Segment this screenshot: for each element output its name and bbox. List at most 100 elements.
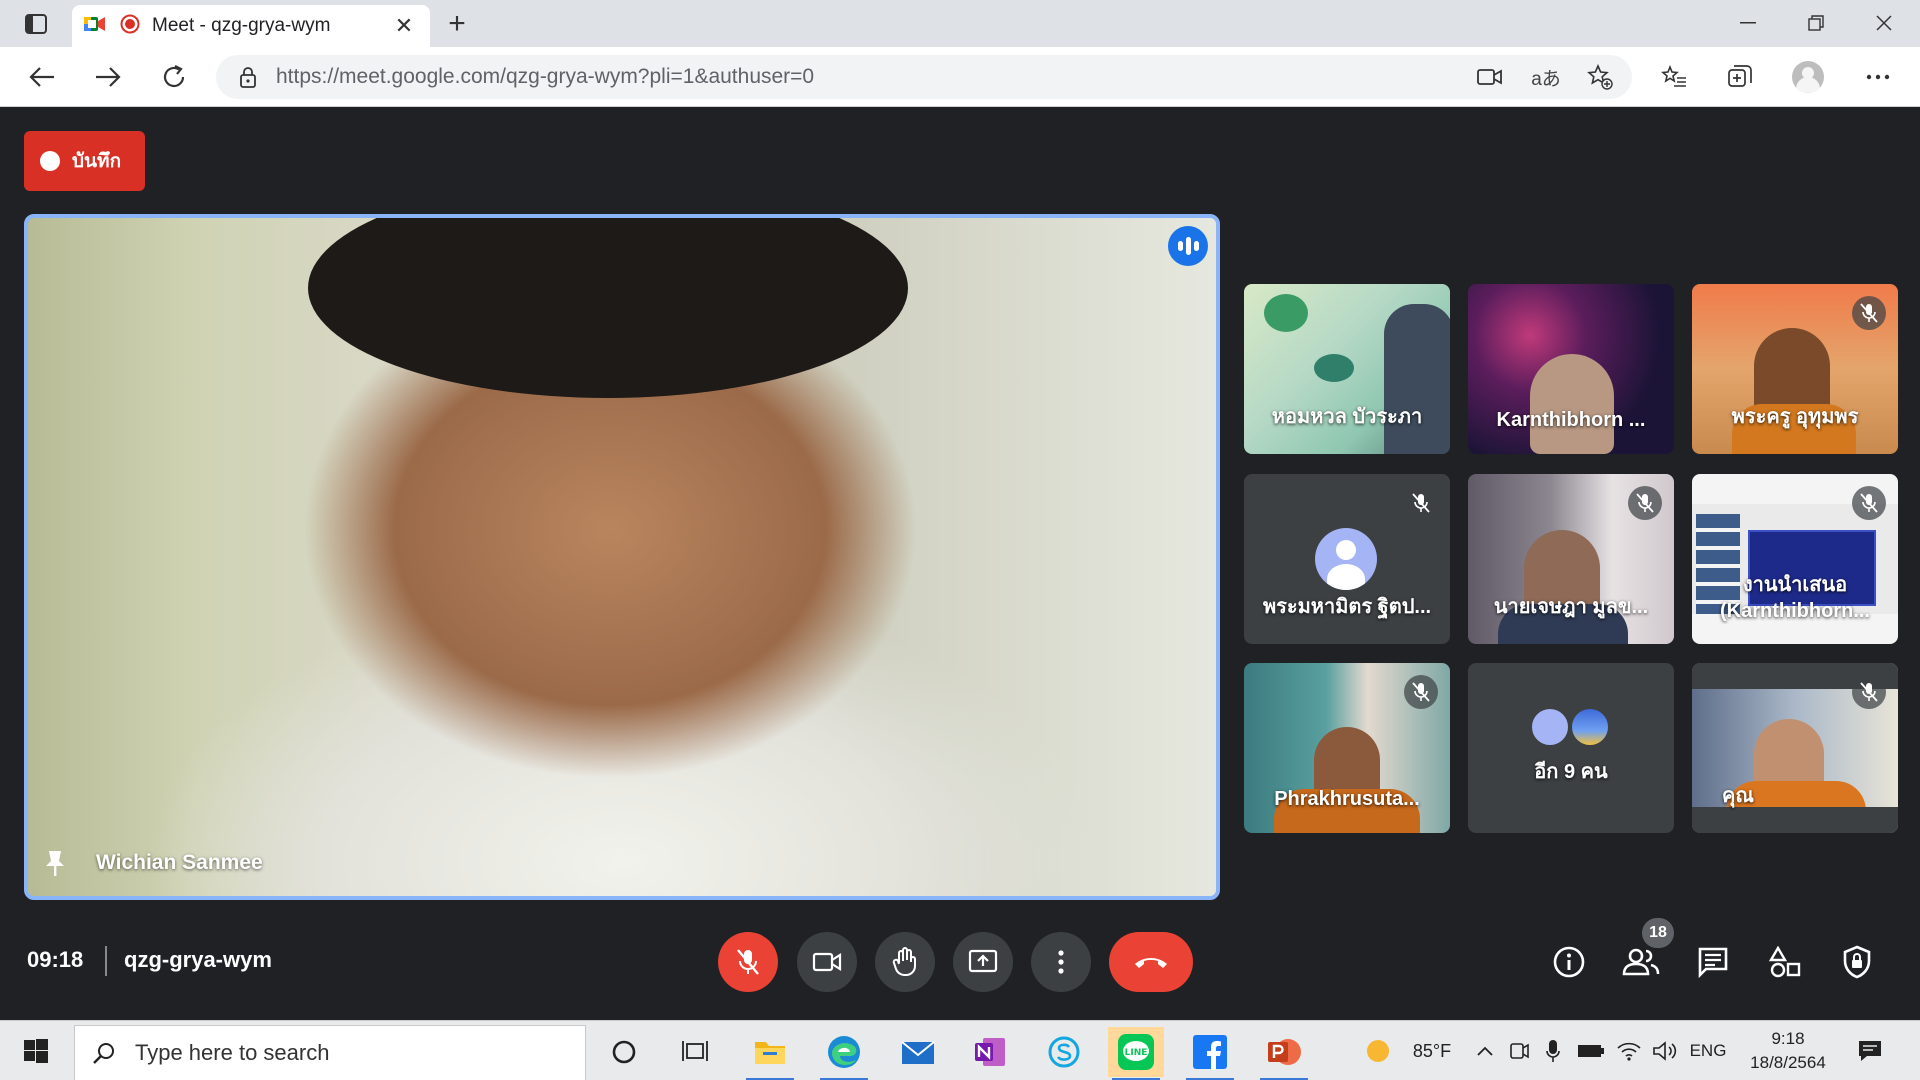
notifications-icon[interactable] [1852, 1035, 1888, 1067]
browser-tab-bar: Meet - qzg-grya-wym ✕ + [0, 0, 1920, 47]
shield-lock-icon [1843, 945, 1871, 979]
restore-icon[interactable] [1786, 6, 1846, 40]
muted-mic-icon [1852, 296, 1886, 330]
meet-now-icon[interactable] [1506, 1035, 1532, 1067]
battery-icon[interactable] [1574, 1035, 1608, 1067]
wifi-icon[interactable] [1614, 1035, 1644, 1067]
camera-toggle-button[interactable] [797, 932, 857, 992]
mail-icon[interactable] [890, 1027, 946, 1077]
translate-icon[interactable]: aあ [1530, 63, 1562, 91]
muted-mic-icon [1852, 675, 1886, 709]
participant-tile[interactable]: Karnthibhorn ... [1468, 284, 1674, 454]
participant-name: Karnthibhorn ... [1496, 409, 1646, 431]
participant-tile-self[interactable]: คุณ [1692, 663, 1898, 833]
recording-label: บันทึก [72, 151, 122, 172]
address-bar[interactable]: https://meet.google.com/qzg-grya-wym?pli… [216, 55, 1632, 99]
participant-tile[interactable]: หอมหวล บัวระภา [1244, 284, 1450, 454]
muted-mic-icon [1404, 486, 1438, 520]
participant-count-badge: 18 [1642, 918, 1674, 948]
edge-browser-icon[interactable] [816, 1027, 872, 1080]
muted-mic-icon [1628, 486, 1662, 520]
line-app-icon[interactable]: LINE [1108, 1027, 1164, 1080]
host-controls-button[interactable] [1835, 940, 1879, 984]
recording-indicator-icon [120, 14, 140, 39]
raise-hand-button[interactable] [875, 932, 935, 992]
volume-icon[interactable] [1650, 1035, 1680, 1067]
hand-icon [892, 947, 916, 976]
skype-icon[interactable] [1036, 1027, 1092, 1077]
back-icon[interactable] [22, 59, 62, 95]
participant-tile[interactable]: นายเจษฎา มูลข... [1468, 474, 1674, 644]
tab-actions-icon[interactable] [18, 10, 54, 38]
input-language[interactable]: ENG [1686, 1035, 1730, 1067]
participant-tile[interactable]: งานนำเสนอ (Karnthibhorn... [1692, 474, 1898, 644]
people-icon [1622, 948, 1660, 976]
browser-toolbar: https://meet.google.com/qzg-grya-wym?pli… [0, 47, 1920, 107]
window-close-icon[interactable] [1854, 6, 1914, 40]
taskbar-clock[interactable]: 9:18 18/8/2564 [1738, 1027, 1838, 1075]
shapes-icon [1769, 946, 1801, 978]
more-options-button[interactable] [1031, 932, 1091, 992]
windows-taskbar: Type here to search LINE 85°F ENG 9:18 1… [0, 1020, 1920, 1080]
profile-avatar[interactable] [1792, 61, 1824, 93]
tab-close-icon[interactable]: ✕ [390, 12, 418, 40]
weather-sun-icon[interactable] [1360, 1035, 1396, 1067]
favorites-icon[interactable] [1654, 59, 1694, 95]
microphone-toggle-button[interactable] [718, 932, 778, 992]
participant-name: นายเจษฎา มูลข... [1493, 596, 1649, 618]
windows-start-icon[interactable] [14, 1035, 58, 1067]
others-tile[interactable]: อีก 9 คน [1468, 663, 1674, 833]
participant-name: หอมหวล บัวระภา [1271, 406, 1423, 428]
clock-time: 9:18 [1771, 1029, 1805, 1048]
more-vert-icon [1058, 950, 1064, 974]
info-icon [1553, 946, 1585, 978]
collections-icon[interactable] [1720, 59, 1760, 95]
minimize-icon[interactable] [1718, 6, 1778, 40]
hang-up-icon [1135, 958, 1167, 968]
refresh-icon[interactable] [154, 59, 194, 95]
participant-tile[interactable]: Phrakhrusuta... [1244, 663, 1450, 833]
cortana-icon[interactable] [596, 1027, 652, 1077]
participant-name: คุณ [1722, 785, 1754, 807]
record-dot-icon [40, 151, 60, 171]
divider [105, 946, 107, 976]
lock-icon[interactable] [236, 65, 260, 89]
present-screen-button[interactable] [953, 932, 1013, 992]
powerpoint-icon[interactable] [1256, 1027, 1312, 1080]
participant-name: งานนำเสนอ (Karnthibhorn... [1720, 574, 1870, 622]
participant-tile[interactable]: พระมหามิตร ฐิตป... [1244, 474, 1450, 644]
weather-temperature[interactable]: 85°F [1402, 1035, 1462, 1067]
camera-in-use-icon[interactable] [1474, 63, 1506, 91]
more-menu-icon[interactable] [1858, 59, 1898, 95]
meeting-info-button[interactable] [1547, 940, 1591, 984]
main-speaker-tile[interactable]: Wichian Sanmee [24, 214, 1220, 900]
activities-button[interactable] [1763, 940, 1807, 984]
chat-button[interactable] [1691, 940, 1735, 984]
task-view-icon[interactable] [668, 1027, 724, 1077]
participant-name: Phrakhrusuta... [1274, 788, 1420, 810]
pin-icon[interactable] [42, 848, 68, 878]
active-tab[interactable]: Meet - qzg-grya-wym ✕ [72, 5, 430, 47]
leave-call-button[interactable] [1109, 932, 1193, 992]
present-icon [968, 949, 998, 973]
recording-badge[interactable]: บันทึก [24, 131, 145, 191]
svg-text:LINE: LINE [1125, 1048, 1148, 1058]
clock-date: 18/8/2564 [1750, 1053, 1826, 1072]
new-tab-button[interactable]: + [440, 7, 474, 40]
onenote-icon[interactable] [962, 1027, 1018, 1077]
participant-name: พระมหามิตร ฐิตป... [1262, 596, 1432, 618]
microphone-icon[interactable] [1540, 1035, 1566, 1067]
add-favorite-icon[interactable] [1584, 63, 1616, 91]
facebook-icon[interactable] [1182, 1027, 1238, 1080]
avatar [1315, 528, 1377, 590]
chevron-up-icon[interactable] [1472, 1035, 1498, 1067]
others-count-label: อีก 9 คน [1534, 761, 1608, 783]
speaking-indicator-icon [1168, 226, 1208, 266]
forward-icon[interactable] [88, 59, 128, 95]
avatar [1530, 707, 1570, 747]
url-text[interactable]: https://meet.google.com/qzg-grya-wym?pli… [276, 65, 814, 89]
taskbar-search-box[interactable]: Type here to search [74, 1025, 586, 1080]
file-explorer-icon[interactable] [742, 1027, 798, 1080]
participant-tile[interactable]: พระครู อุทุมพร [1692, 284, 1898, 454]
chat-icon [1698, 947, 1728, 978]
